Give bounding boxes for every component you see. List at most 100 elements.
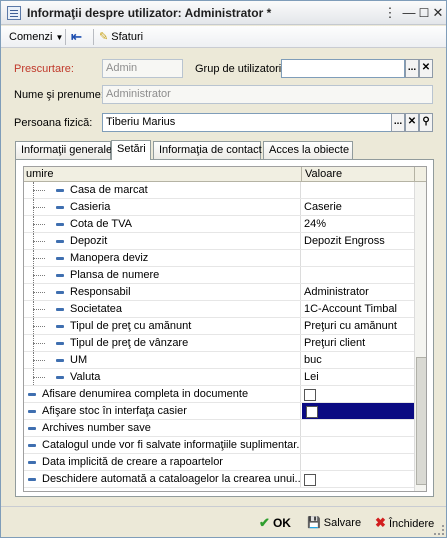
item-icon <box>28 477 36 481</box>
table-row[interactable]: Casa de marcat <box>24 182 414 199</box>
search-icon[interactable]: ⚲ <box>419 113 433 132</box>
table-row[interactable]: Tipul de preţ cu amănunt Preţuri cu amănu… <box>24 318 414 335</box>
user-group-field[interactable] <box>281 59 405 78</box>
select-group-button[interactable]: ... <box>405 59 419 78</box>
full-name-label: Nume şi prenume: <box>14 89 104 101</box>
table-row[interactable]: Afisare denumirea completa in documente <box>24 386 414 403</box>
item-icon <box>56 290 64 294</box>
user-group-label: Grup de utilizatori: <box>195 63 285 75</box>
row-name: Afişare stoc în interfaţa casier <box>42 405 187 417</box>
settings-grid: umire Valoare Casa de marcat Casieria Cas… <box>23 166 427 492</box>
row-value <box>302 454 414 470</box>
setting-checkbox[interactable] <box>306 406 318 419</box>
row-name: Deschidere automată a cataloagelor la cr… <box>42 473 301 485</box>
table-row[interactable]: Deschidere automată a cataloagelor la cr… <box>24 471 414 488</box>
table-row[interactable]: Valuta Lei <box>24 369 414 386</box>
item-icon <box>56 205 64 209</box>
table-row[interactable]: Data implicită de creare a rapoartelor <box>24 454 414 471</box>
commands-label: Comenzi <box>9 31 53 43</box>
check-icon: ✔ <box>259 515 270 530</box>
item-icon <box>28 443 36 447</box>
full-name-field[interactable]: Administrator <box>102 85 433 104</box>
tips-label: Sfaturi <box>111 31 144 43</box>
item-icon <box>28 426 36 430</box>
row-value: 1C-Account Timbal <box>304 303 397 315</box>
tab-object-access[interactable]: Acces la obiecte <box>263 141 353 159</box>
table-row[interactable]: Catalogul unde vor fi salvate informaţii… <box>24 437 414 454</box>
item-icon <box>56 358 64 362</box>
grid-scrollbar[interactable] <box>414 182 426 491</box>
row-name: UM <box>70 354 88 366</box>
table-row[interactable]: Casieria Caserie <box>24 199 414 216</box>
tips-button[interactable]: ✎ Sfaturi <box>99 29 143 45</box>
resize-grip-icon[interactable] <box>434 525 444 535</box>
floppy-icon: 💾 <box>307 517 321 529</box>
row-name: Catalogul unde vor fi salvate informaţii… <box>42 439 301 451</box>
close-icon[interactable]: ✕ <box>429 5 447 21</box>
table-row[interactable]: Societatea 1C-Account Timbal <box>24 301 414 318</box>
clear-group-button[interactable]: ✕ <box>419 59 433 78</box>
select-person-button[interactable]: ... <box>391 113 405 132</box>
row-value <box>302 420 414 436</box>
item-icon <box>56 307 64 311</box>
back-arrow-icon[interactable]: ⇤ <box>71 29 82 45</box>
commands-menu[interactable]: Comenzi ▼ <box>9 29 63 45</box>
setting-checkbox[interactable] <box>304 474 316 487</box>
item-icon <box>56 273 64 277</box>
bottom-bar: ✔ OK 💾 Salvare ✖ Închidere <box>1 506 446 537</box>
ok-label: OK <box>272 516 291 530</box>
setting-checkbox[interactable] <box>304 389 316 402</box>
tab-contact[interactable]: Informaţia de contact <box>153 141 262 159</box>
item-icon <box>56 188 64 192</box>
close-button[interactable]: ✖ Închidere <box>375 515 434 531</box>
grid-header: umire Valoare <box>24 167 426 182</box>
clear-person-button[interactable]: ✕ <box>405 113 419 132</box>
title-bar: Informaţii despre utilizator: Administra… <box>1 1 446 25</box>
save-label: Salvare <box>323 517 362 529</box>
row-value: Depozit Engross <box>304 235 385 247</box>
toolbar: Comenzi ▼ ⇤ ✎ Sfaturi <box>1 26 446 48</box>
row-name: Manopera deviz <box>70 252 149 264</box>
table-row[interactable]: UM buc <box>24 352 414 369</box>
column-value-header[interactable]: Valoare <box>305 168 342 180</box>
column-name-header[interactable]: umire <box>26 168 54 180</box>
item-icon <box>56 222 64 226</box>
item-icon <box>56 341 64 345</box>
row-value <box>302 182 414 198</box>
ok-button[interactable]: ✔ OK <box>259 515 291 531</box>
row-value: Preţuri cu amănunt <box>304 320 397 332</box>
person-field[interactable]: Tiberiu Marius <box>102 113 405 132</box>
table-row[interactable]: Depozit Depozit Engross <box>24 233 414 250</box>
close-label: Închidere <box>388 518 435 530</box>
row-name: Afisare denumirea completa in documente <box>42 388 249 400</box>
row-name: Archives number save <box>42 422 151 434</box>
row-value: 24% <box>304 218 327 230</box>
row-name: Valuta <box>70 371 101 383</box>
row-value: Lei <box>304 371 319 383</box>
row-name: Plansa de numere <box>70 269 160 281</box>
table-row[interactable]: Responsabil Administrator <box>24 284 414 301</box>
table-row[interactable]: Cota de TVA 24% <box>24 216 414 233</box>
row-name: Societatea <box>70 303 122 315</box>
short-name-label: Prescurtare: <box>14 63 74 75</box>
item-icon <box>56 239 64 243</box>
item-icon <box>56 324 64 328</box>
tips-icon: ✎ <box>99 31 109 43</box>
item-icon <box>56 375 64 379</box>
short-name-field[interactable]: Admin <box>102 59 183 78</box>
table-row[interactable]: Manopera deviz <box>24 250 414 267</box>
tab-general[interactable]: Informaţii generale <box>15 141 112 159</box>
save-button[interactable]: 💾 Salvare <box>307 515 361 531</box>
table-row[interactable]: Archives number save <box>24 420 414 437</box>
row-value <box>302 267 414 283</box>
row-name: Cota de TVA <box>70 218 132 230</box>
table-row[interactable]: Afişare stoc în interfaţa casier <box>24 403 414 420</box>
row-name: Responsabil <box>70 286 131 298</box>
scrollbar-thumb[interactable] <box>416 357 426 485</box>
table-row[interactable]: Plansa de numere <box>24 267 414 284</box>
tab-settings[interactable]: Setări <box>111 140 151 160</box>
more-icon[interactable]: ⋮ <box>381 5 399 21</box>
user-info-window: Informaţii despre utilizator: Administra… <box>0 0 447 538</box>
row-value: Caserie <box>304 201 342 213</box>
table-row[interactable]: Tipul de preţ de vânzare Preţuri client <box>24 335 414 352</box>
